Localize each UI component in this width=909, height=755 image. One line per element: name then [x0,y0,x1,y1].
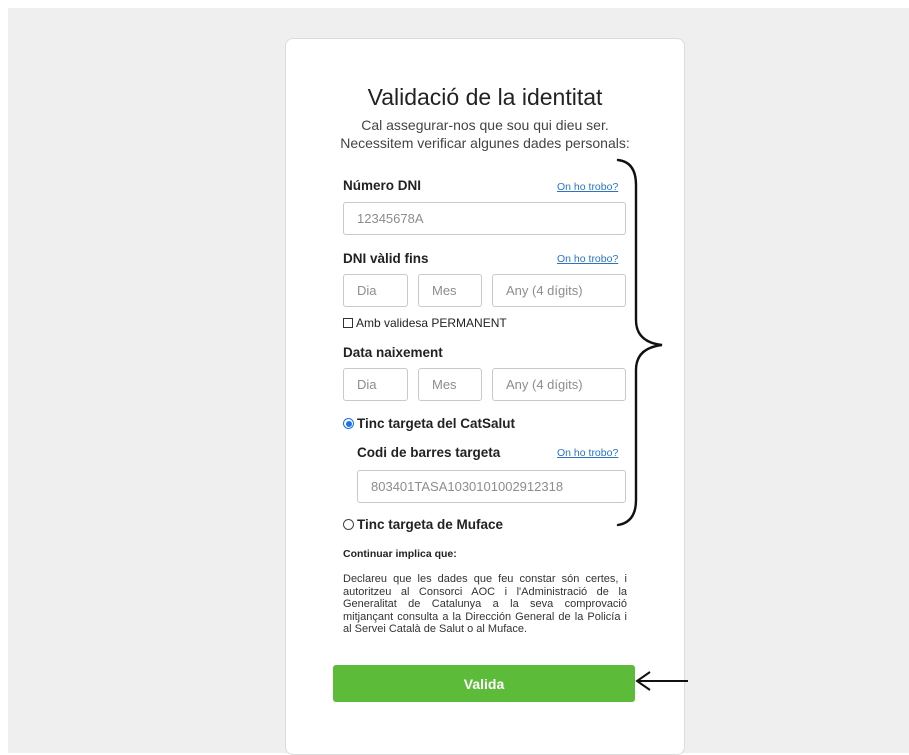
arrow-left-icon [635,671,688,691]
curly-brace-annotation [616,158,663,527]
annotation-overlay [616,158,688,691]
